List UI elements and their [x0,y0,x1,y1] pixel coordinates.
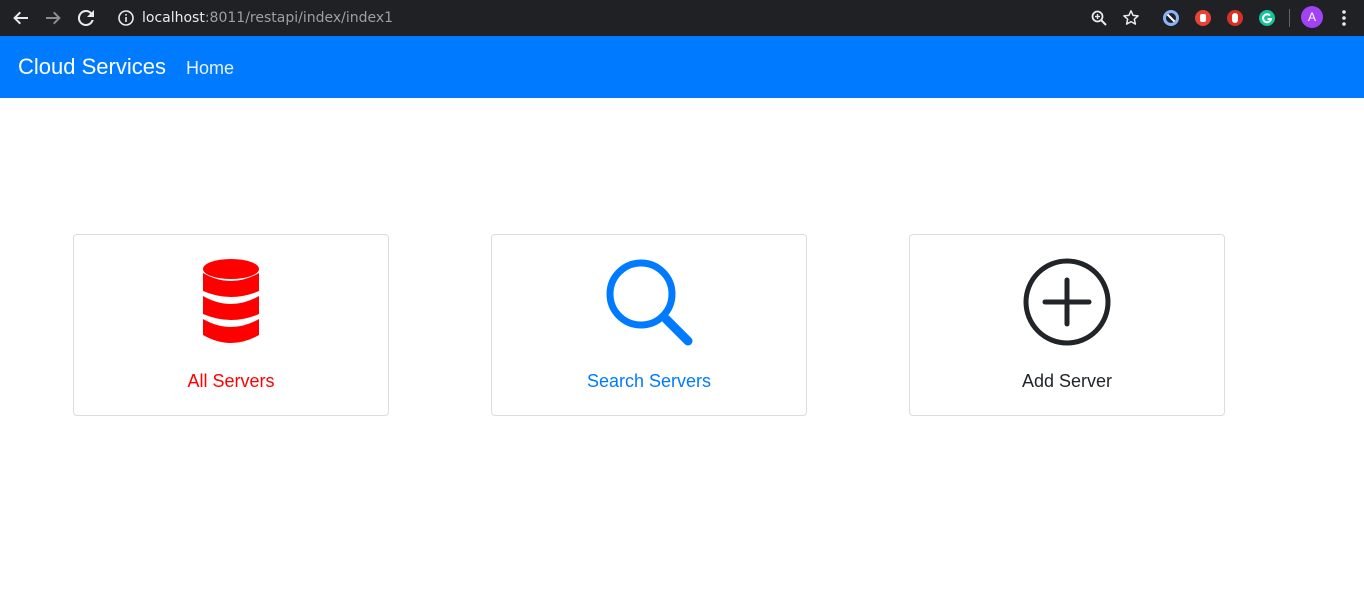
search-servers-card[interactable]: Search Servers [491,234,807,416]
avatar[interactable]: A [1301,6,1323,28]
zoom-icon[interactable] [1088,7,1110,29]
all-servers-label: All Servers [187,371,275,391]
navbar: Cloud Services Home [0,36,1364,98]
add-server-card[interactable]: Add Server [909,234,1225,416]
url-text[interactable]: localhost:8011/restapi/index/index1 [142,10,393,26]
extension-icon[interactable] [1224,7,1246,29]
extension-icon[interactable] [1192,7,1214,29]
address-bar[interactable]: localhost:8011/restapi/index/index1 [108,2,1152,34]
brand[interactable]: Cloud Services [18,54,166,80]
info-icon[interactable] [118,10,134,31]
toolbar-divider [1289,9,1290,27]
search-servers-label: Search Servers [586,371,712,391]
browser-toolbar: localhost:8011/restapi/index/index1 A [0,0,1364,36]
grammarly-icon[interactable] [1256,7,1278,29]
menu-icon[interactable] [1333,7,1355,29]
forward-icon[interactable] [41,6,65,30]
database-icon [186,257,276,347]
star-icon[interactable] [1120,7,1142,29]
url-host: localhost [142,10,205,26]
all-servers-card[interactable]: All Servers [73,234,389,416]
reload-icon[interactable] [74,6,98,30]
back-icon[interactable] [9,6,33,30]
extension-icon[interactable] [1160,7,1182,29]
nav-home-link[interactable]: Home [186,58,234,79]
plus-circle-icon [1022,257,1112,347]
search-icon [604,257,694,347]
url-path: :8011/restapi/index/index1 [204,10,394,26]
add-server-label: Add Server [1021,371,1113,391]
